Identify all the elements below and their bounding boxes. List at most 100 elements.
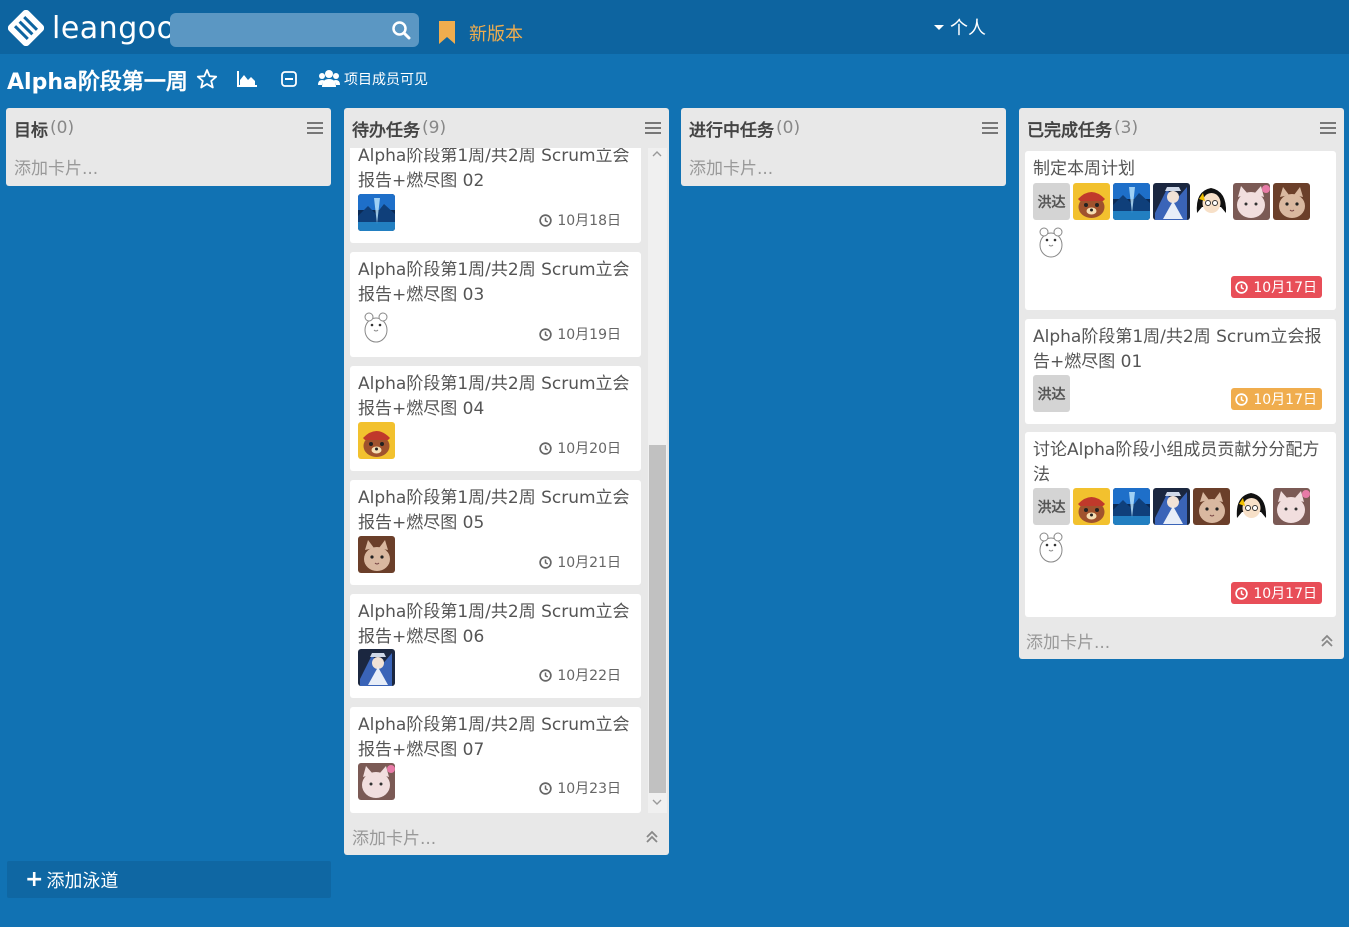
member-avatar[interactable] — [1073, 488, 1110, 525]
task-card[interactable]: Alpha阶段第1周/共2周 Scrum立会 报告+燃尽图 06 10月22日 — [350, 594, 641, 698]
member-avatar[interactable] — [358, 194, 395, 231]
search-input[interactable] — [170, 13, 419, 47]
new-version-label: 新版本 — [469, 24, 523, 45]
task-card[interactable]: Alpha阶段第1周/共2周 Scrum立会 报告+燃尽图 07 10月23日 — [350, 707, 641, 813]
add-lane-button[interactable]: + 添加泳道 — [7, 861, 331, 898]
card-title: 讨论Alpha阶段小组成员贡献分分配方 法 — [1033, 438, 1319, 488]
member-avatar[interactable] — [1033, 528, 1070, 565]
task-card[interactable]: Alpha阶段第1周/共2周 Scrum立会 报告+燃尽图 04 10月20日 — [350, 366, 641, 471]
card-title: Alpha阶段第1周/共2周 Scrum立会 报告+燃尽图 07 — [358, 713, 630, 763]
lane-menu-icon[interactable] — [1320, 122, 1336, 134]
member-avatar[interactable] — [1193, 488, 1230, 525]
lane-count: (0) — [50, 118, 75, 138]
clock-icon — [1235, 281, 1248, 294]
board-title[interactable]: Alpha阶段第一周 — [7, 64, 188, 96]
member-avatar[interactable] — [1153, 183, 1190, 220]
lane-menu-icon[interactable] — [982, 122, 998, 134]
users-icon — [318, 70, 340, 87]
caret-down-icon — [934, 24, 944, 30]
lane-header[interactable]: 进行中任务 (0) — [681, 108, 1006, 148]
member-avatar[interactable] — [1033, 223, 1070, 260]
due-date-badge: 10月17日 — [1231, 388, 1322, 410]
add-card-link[interactable]: 添加卡片... — [352, 824, 436, 849]
card-title-line: Alpha阶段第1周/共2周 Scrum立会 — [358, 374, 630, 394]
personal-menu[interactable]: 个人 — [934, 14, 986, 40]
due-date-text: 10月17日 — [1253, 280, 1317, 296]
new-version-link[interactable]: 新版本 — [437, 20, 523, 46]
member-avatar[interactable] — [358, 763, 395, 800]
member-avatar[interactable] — [1273, 183, 1310, 220]
member-avatar[interactable] — [1193, 183, 1230, 220]
member-avatar[interactable] — [1233, 488, 1270, 525]
member-avatar[interactable] — [1073, 183, 1110, 220]
member-avatar[interactable] — [358, 649, 395, 686]
due-date: 10月23日 — [539, 778, 621, 798]
task-card[interactable]: Alpha阶段第1周/共2周 Scrum立会 报告+燃尽图 05 10月21日 — [350, 480, 641, 585]
search-icon[interactable] — [391, 20, 411, 40]
member-avatar[interactable] — [1153, 488, 1190, 525]
add-card-link[interactable]: 添加卡片... — [689, 154, 773, 179]
due-date-text: 10月22日 — [557, 668, 621, 684]
task-card[interactable]: Alpha阶段第1周/共2周 Scrum立会报 告+燃尽图 01 洪达 10月1… — [1025, 319, 1336, 424]
due-date-text: 10月20日 — [557, 441, 621, 457]
star-icon[interactable] — [196, 68, 218, 90]
top-bar: leangoo 新版本 个人 — [0, 0, 1349, 54]
due-date: 10月22日 — [539, 665, 621, 685]
area-chart-icon[interactable] — [236, 68, 258, 90]
lane-name: 已完成任务 — [1027, 120, 1112, 141]
search-box[interactable] — [170, 13, 419, 47]
plus-icon: + — [25, 867, 44, 892]
clock-icon — [539, 556, 552, 569]
add-card-link[interactable]: 添加卡片... — [14, 154, 98, 179]
due-date-badge: 10月17日 — [1231, 582, 1322, 604]
member-avatar[interactable] — [1273, 488, 1310, 525]
due-date-badge: 10月17日 — [1231, 276, 1322, 298]
member-avatar[interactable]: 洪达 — [1033, 488, 1070, 525]
scroll-down-icon[interactable] — [652, 798, 662, 806]
task-card[interactable]: Alpha阶段第1周/共2周 Scrum立会 报告+燃尽图 03 10月19日 — [350, 252, 641, 357]
lane-header[interactable]: 已完成任务 (3) — [1019, 108, 1344, 148]
due-date-text: 10月21日 — [557, 555, 621, 571]
scrollbar-thumb[interactable] — [649, 445, 666, 793]
member-avatar[interactable] — [358, 308, 395, 345]
lane-count: (0) — [776, 118, 801, 138]
member-avatar[interactable] — [1113, 183, 1150, 220]
clock-icon — [539, 442, 552, 455]
lane-header[interactable]: 待办任务 (9) — [344, 108, 669, 148]
lane-count: (3) — [1114, 118, 1139, 138]
member-avatar[interactable] — [358, 422, 395, 459]
card-members — [358, 308, 395, 345]
member-avatar[interactable]: 洪达 — [1033, 375, 1070, 412]
collapse-up-icon[interactable] — [1320, 634, 1334, 648]
visibility-setting[interactable]: 项目成员可见 — [318, 69, 428, 89]
due-date-text: 10月17日 — [1253, 586, 1317, 602]
lane-header[interactable]: 目标 (0) — [6, 108, 331, 148]
task-card[interactable]: 制定本周计划 洪达 10月17日 — [1025, 151, 1336, 310]
scroll-up-icon[interactable] — [652, 150, 662, 158]
add-card-link[interactable]: 添加卡片... — [1026, 628, 1110, 653]
member-avatar[interactable] — [1233, 183, 1270, 220]
task-card[interactable]: Alpha阶段第1周/共2周 Scrum立会 报告+燃尽图 02 10月18日 — [350, 148, 641, 243]
leangoo-logo-icon — [8, 10, 44, 46]
collapse-up-icon[interactable] — [645, 830, 659, 844]
lane-done: 已完成任务 (3) 制定本周计划 洪达 10月17日 Alpha阶段第1周/共2… — [1019, 108, 1344, 659]
clock-icon — [539, 669, 552, 682]
clock-icon — [1235, 393, 1248, 406]
minus-square-icon[interactable] — [278, 68, 300, 90]
card-members — [358, 763, 395, 800]
card-title-line: Alpha阶段第1周/共2周 Scrum立会 — [358, 602, 630, 622]
task-card[interactable]: 讨论Alpha阶段小组成员贡献分分配方 法 洪达 10月17日 — [1025, 432, 1336, 617]
card-title-line: 报告+燃尽图 04 — [358, 399, 485, 419]
logo[interactable]: leangoo — [8, 10, 175, 46]
due-date-text: 10月18日 — [557, 213, 621, 229]
member-avatar[interactable] — [1113, 488, 1150, 525]
card-members: 洪达 — [1033, 375, 1070, 412]
card-title-line: 告+燃尽图 01 — [1033, 352, 1143, 372]
lane-menu-icon[interactable] — [645, 122, 661, 134]
card-title-line: 报告+燃尽图 07 — [358, 740, 485, 760]
card-title-line: Alpha阶段第1周/共2周 Scrum立会报 — [1033, 327, 1322, 347]
lane-menu-icon[interactable] — [307, 122, 323, 134]
member-avatar[interactable]: 洪达 — [1033, 183, 1070, 220]
due-date: 10月18日 — [539, 210, 621, 230]
member-avatar[interactable] — [358, 536, 395, 573]
